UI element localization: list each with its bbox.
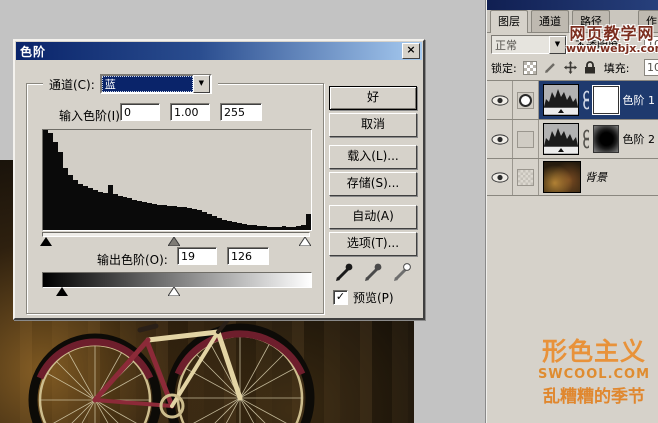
lock-all-padlock-icon[interactable] [584,61,596,74]
layer-list: 色阶 1 色阶 2 [487,80,658,196]
output-levels-label: 输出色阶(O): [97,251,168,268]
mini-slider-icon [558,148,564,152]
visibility-cell[interactable] [487,81,513,119]
fill-label: 填充: [604,60,630,76]
link-chain-icon [583,129,589,149]
photoshop-workspace: 色阶 × 通道(C): 蓝 ▼ 输入色阶(I): 输出色阶(O): 好 取消 载… [0,0,658,423]
chevron-down-icon[interactable]: ▼ [193,75,210,93]
lock-transparency-icon[interactable] [523,61,537,75]
input-gray-slider[interactable] [168,237,180,246]
lock-label: 锁定: [491,60,517,76]
layer-row-levels-2[interactable]: 色阶 2 [487,120,658,159]
options-button[interactable]: 选项(T)... [329,232,417,256]
input-white-slider[interactable] [299,237,311,246]
eye-icon [491,172,509,183]
preview-checkbox[interactable]: ✓ [333,290,348,305]
webjx-watermark-url: www.webjx.com [566,43,658,55]
link-indicator-cell[interactable] [513,159,539,195]
layer-content[interactable]: 色阶 2 [539,120,658,158]
mini-slider-icon [558,109,564,113]
tab-layers[interactable]: 图层 [490,10,528,33]
output-black-slider[interactable] [56,287,68,296]
swcool-site-text: SWCOOL.COM [536,367,652,383]
visibility-cell[interactable] [487,159,513,195]
black-eyedropper-icon[interactable] [333,261,355,283]
mask-selected-icon [519,94,532,107]
preview-row: ✓ 预览(P) [333,289,394,306]
output-black-field[interactable] [177,247,217,265]
layer-row-background[interactable]: 背景 [487,159,658,196]
swcool-caption-text: 乱糟糟的季节 [536,387,652,408]
layer-mask-thumbnail[interactable] [593,125,618,153]
layer-content[interactable]: 色阶 1 [539,81,658,119]
layer-row-levels-1[interactable]: 色阶 1 [487,81,658,120]
blend-mode-select[interactable]: 正常 ▼ [491,35,567,54]
dialog-title: 色阶 [16,43,46,60]
save-button[interactable]: 存储(S)... [329,172,417,196]
ok-button[interactable]: 好 [329,86,417,110]
load-button[interactable]: 载入(L)... [329,145,417,169]
swcool-logo-text: 形色主义 [536,336,652,367]
output-white-slider[interactable] [168,287,180,296]
levels-adjustment-thumbnail[interactable] [543,84,579,116]
link-indicator-cell[interactable] [513,120,539,158]
auto-button[interactable]: 自动(A) [329,205,417,229]
input-black-field[interactable] [120,103,160,121]
output-gradient-bar [42,272,312,288]
input-levels-label: 输入色阶(I): [59,107,124,124]
eye-icon [491,95,509,106]
visibility-cell[interactable] [487,120,513,158]
levels-histogram [42,129,312,231]
fill-field[interactable]: 100 [644,59,658,76]
layer-name[interactable]: 背景 [585,169,607,185]
close-icon[interactable]: × [402,43,420,59]
preview-label: 预览(P) [353,289,394,306]
tab-channels[interactable]: 通道 [531,10,569,32]
webjx-watermark: 网页教学网 www.webjx.com [566,26,658,54]
input-white-field[interactable] [220,103,262,121]
layer-name[interactable]: 色阶 1 [623,92,656,108]
link-indicator-cell[interactable] [513,81,539,119]
gray-eyedropper-icon[interactable] [362,261,384,283]
swcool-watermark: 形色主义 SWCOOL.COM 乱糟糟的季节 [536,336,652,408]
dialog-titlebar[interactable]: 色阶 [16,42,422,60]
lock-row: 锁定: 填充: 100 [487,56,658,79]
white-eyedropper-icon[interactable] [391,261,413,283]
lock-paint-brush-icon[interactable] [544,61,557,74]
lock-position-move-icon[interactable] [564,61,577,74]
input-gamma-field[interactable] [170,103,210,121]
channel-label: 通道(C): [49,76,95,93]
channel-select[interactable]: 蓝 ▼ [100,74,212,94]
chevron-down-icon[interactable]: ▼ [549,36,566,54]
layer-name[interactable]: 色阶 2 [623,131,656,147]
blend-mode-value: 正常 [492,37,549,53]
webjx-watermark-title: 网页教学网 [566,26,658,43]
output-white-field[interactable] [227,247,269,265]
cancel-button[interactable]: 取消 [329,113,417,137]
layer-mask-thumbnail[interactable] [593,86,618,114]
panel-titlebar[interactable] [487,0,658,10]
channel-row: 通道(C): 蓝 ▼ [43,73,218,95]
channel-value: 蓝 [102,76,193,92]
link-chain-icon [583,90,589,110]
input-black-slider[interactable] [40,237,52,246]
layer-content[interactable]: 背景 [539,159,658,195]
levels-adjustment-thumbnail[interactable] [543,123,579,155]
background-thumbnail[interactable] [543,161,581,193]
levels-dialog: 色阶 × 通道(C): 蓝 ▼ 输入色阶(I): 输出色阶(O): 好 取消 载… [13,39,425,320]
eye-icon [491,134,509,145]
